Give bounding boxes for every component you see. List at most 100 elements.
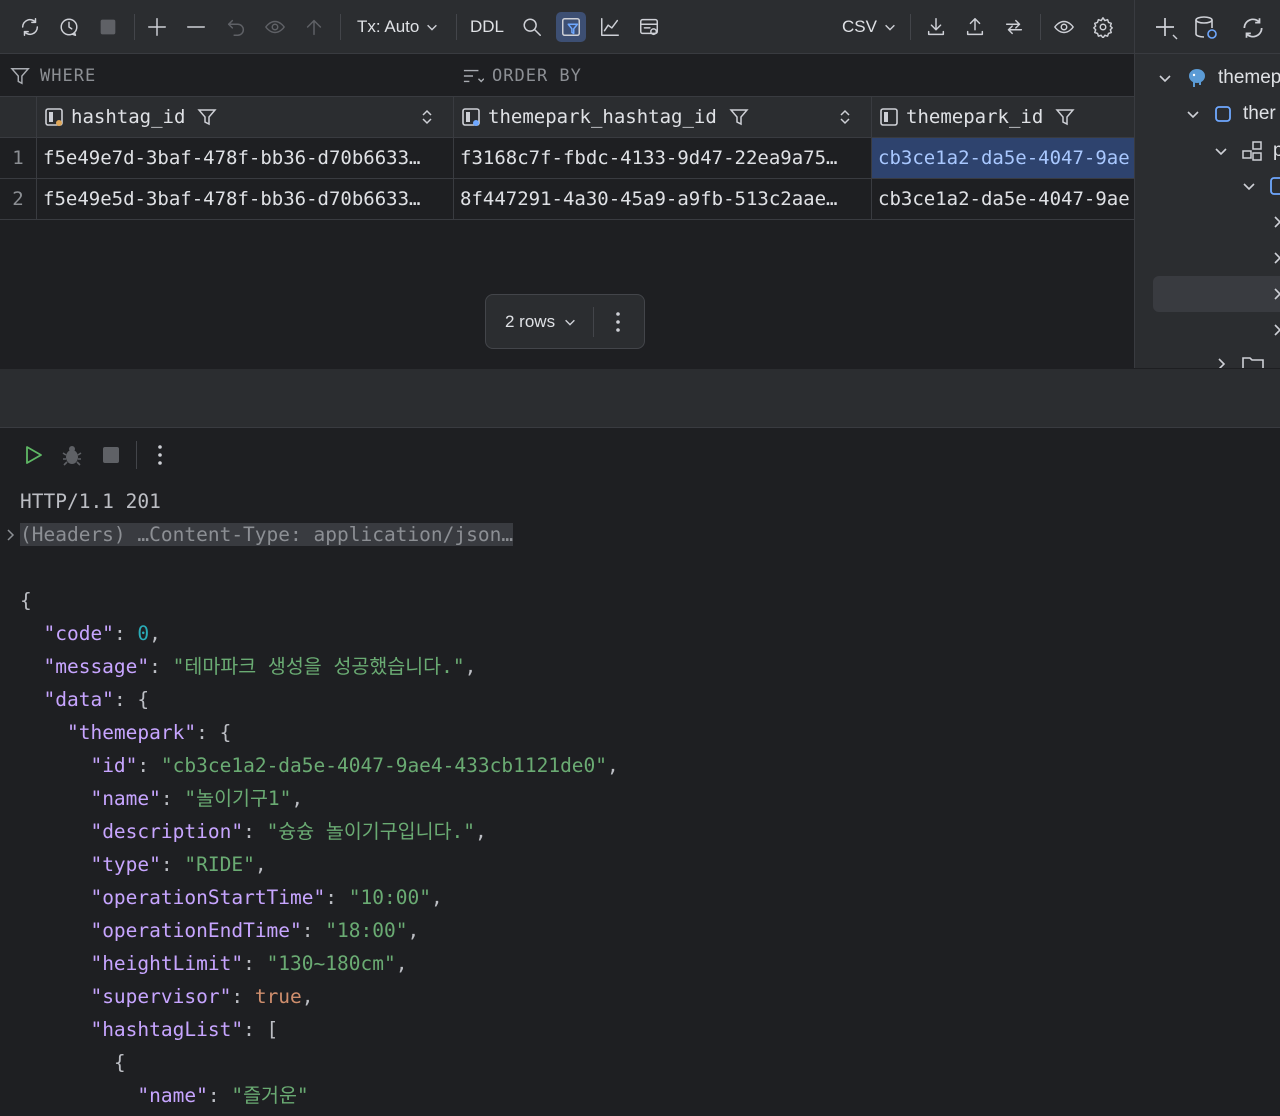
tree-item-selected[interactable] bbox=[1153, 276, 1280, 312]
tree-item-schema[interactable] bbox=[1135, 168, 1280, 204]
rows-count-dropdown[interactable]: 2 rows bbox=[505, 312, 577, 332]
chevron-right-icon[interactable] bbox=[1213, 356, 1229, 368]
where-filter[interactable]: WHERE bbox=[10, 66, 96, 86]
chevron-down-icon[interactable] bbox=[1213, 143, 1229, 159]
tree-item-database[interactable]: ther bbox=[1135, 96, 1280, 132]
json-line: { bbox=[20, 589, 32, 612]
filter-panel-icon[interactable] bbox=[556, 12, 586, 42]
row-number[interactable]: 2 bbox=[0, 179, 37, 219]
json-key: "id" bbox=[90, 754, 138, 777]
ddl-button[interactable]: DDL bbox=[470, 17, 504, 37]
tree-item-folder[interactable] bbox=[1135, 204, 1280, 240]
json-key: "operationEndTime" bbox=[90, 919, 302, 942]
chevron-right-icon[interactable] bbox=[1269, 250, 1280, 266]
tree-item-label: themep bbox=[1218, 67, 1280, 88]
sort-arrows-icon[interactable] bbox=[839, 109, 851, 125]
chevron-down-icon[interactable] bbox=[1241, 178, 1257, 194]
json-value: "테마파크 생성을 성공했습니다." bbox=[172, 655, 465, 678]
chevron-right-icon[interactable] bbox=[4, 528, 16, 542]
column-header[interactable]: themepark_id bbox=[872, 97, 1134, 137]
transaction-mode-dropdown[interactable]: Tx: Auto bbox=[357, 17, 439, 37]
compare-icon[interactable] bbox=[999, 12, 1029, 42]
download-icon[interactable] bbox=[921, 12, 951, 42]
sort-arrows-icon[interactable] bbox=[421, 109, 433, 125]
filter-icon[interactable] bbox=[729, 107, 749, 127]
preview-changes-icon[interactable] bbox=[260, 12, 290, 42]
json-line: "themepark": { bbox=[66, 721, 232, 744]
delete-row-icon[interactable] bbox=[181, 12, 211, 42]
filter-icon bbox=[10, 68, 30, 85]
chart-icon[interactable] bbox=[595, 12, 625, 42]
column-header[interactable]: themepark_hashtag_id bbox=[454, 97, 872, 137]
debug-icon[interactable] bbox=[58, 441, 86, 469]
chevron-right-icon[interactable] bbox=[1269, 322, 1280, 338]
json-line: { bbox=[20, 1051, 126, 1074]
http-response-pane: HTTP/1.1 201 (Headers) …Content-Type: ap… bbox=[0, 429, 1280, 1116]
json-key: "name" bbox=[90, 787, 161, 810]
tree-item-server-objects[interactable] bbox=[1135, 346, 1280, 368]
refresh-icon[interactable] bbox=[15, 12, 45, 42]
json-key: "message" bbox=[43, 655, 150, 678]
table-cell[interactable]: f3168c7f-fbdc-4133-9d47-22ea9a75… bbox=[454, 138, 872, 178]
chevron-right-icon[interactable] bbox=[1269, 214, 1280, 230]
column-header[interactable]: hashtag_id bbox=[37, 97, 454, 137]
tree-item-schemas[interactable]: p bbox=[1135, 133, 1280, 169]
json-value: "10:00" bbox=[348, 886, 431, 909]
chevron-down-icon[interactable] bbox=[1157, 70, 1173, 86]
run-icon[interactable] bbox=[19, 441, 47, 469]
data-source-icon[interactable] bbox=[1193, 14, 1219, 42]
table-cell[interactable]: f5e49e5d-3baf-478f-bb36-d70b6633… bbox=[37, 179, 454, 219]
history-icon[interactable] bbox=[54, 12, 84, 42]
json-value: "즐거운" bbox=[231, 1084, 309, 1107]
filter-icon[interactable] bbox=[197, 107, 218, 127]
json-line: "name": "놀이기구1", bbox=[90, 787, 304, 810]
stop-icon[interactable] bbox=[97, 441, 125, 469]
refresh-icon[interactable] bbox=[1240, 15, 1266, 41]
upload-icon[interactable] bbox=[960, 12, 990, 42]
tree-item-datasource[interactable]: themep bbox=[1135, 60, 1280, 96]
table-cell[interactable]: f5e49e7d-3baf-478f-bb36-d70b6633… bbox=[37, 138, 454, 178]
schema-icon bbox=[1242, 141, 1262, 161]
headers-summary[interactable]: (Headers) …Content-Type: application/jso… bbox=[20, 518, 514, 551]
row-number[interactable]: 1 bbox=[0, 138, 37, 178]
where-label: WHERE bbox=[40, 66, 97, 86]
status-line: HTTP/1.1 201 bbox=[20, 490, 161, 513]
eye-icon[interactable] bbox=[1049, 12, 1079, 42]
json-line: "name": "즐거운" bbox=[137, 1084, 309, 1107]
more-vertical-icon[interactable] bbox=[608, 309, 628, 335]
chevron-right-icon[interactable] bbox=[1269, 286, 1280, 302]
submit-icon[interactable] bbox=[299, 12, 329, 42]
revert-icon[interactable] bbox=[221, 12, 251, 42]
json-line: "id": "cb3ce1a2-da5e-4047-9ae4-433cb1121… bbox=[90, 754, 619, 777]
export-format-dropdown[interactable]: CSV bbox=[842, 17, 897, 37]
pane-splitter[interactable] bbox=[0, 368, 1280, 428]
add-icon[interactable] bbox=[1153, 15, 1179, 41]
more-vertical-icon[interactable] bbox=[146, 441, 174, 469]
search-icon[interactable] bbox=[517, 12, 547, 42]
toolbar-separator bbox=[134, 14, 135, 40]
gear-icon[interactable] bbox=[1088, 12, 1118, 42]
chevron-down-icon[interactable] bbox=[1185, 106, 1201, 122]
table-row[interactable]: 2 f5e49e5d-3baf-478f-bb36-d70b6633… 8f44… bbox=[0, 179, 1134, 220]
json-line: "hashtagList": [ bbox=[90, 1018, 279, 1041]
tree-item-folder[interactable] bbox=[1135, 312, 1280, 348]
json-line: "supervisor": true, bbox=[90, 985, 314, 1008]
json-line: "code": 0, bbox=[43, 622, 161, 645]
add-row-icon[interactable] bbox=[142, 12, 172, 42]
table-row[interactable]: 1 f5e49e7d-3baf-478f-bb36-d70b6633… f316… bbox=[0, 138, 1134, 179]
filter-icon[interactable] bbox=[1055, 107, 1075, 127]
database-icon bbox=[1215, 106, 1231, 122]
table-cell[interactable]: cb3ce1a2-da5e-4047-9ae bbox=[872, 179, 1134, 219]
json-value: "놀이기구1" bbox=[184, 787, 292, 810]
toolbar-separator bbox=[340, 14, 341, 40]
table-cell-selected[interactable]: cb3ce1a2-da5e-4047-9ae bbox=[872, 138, 1134, 178]
export-format-label: CSV bbox=[842, 17, 877, 36]
table-cell[interactable]: 8f447291-4a30-45a9-a9fb-513c2aae… bbox=[454, 179, 872, 219]
grid-header-row: hashtag_id themepark_hashtag_id themepar… bbox=[0, 97, 1134, 138]
rows-count-label: 2 rows bbox=[505, 311, 556, 331]
stop-icon[interactable] bbox=[93, 12, 123, 42]
view-settings-icon[interactable] bbox=[634, 12, 664, 42]
tree-item-label: ther bbox=[1243, 103, 1276, 124]
order-by-filter[interactable]: ORDER BY bbox=[462, 66, 582, 86]
tree-item-folder[interactable] bbox=[1135, 240, 1280, 276]
